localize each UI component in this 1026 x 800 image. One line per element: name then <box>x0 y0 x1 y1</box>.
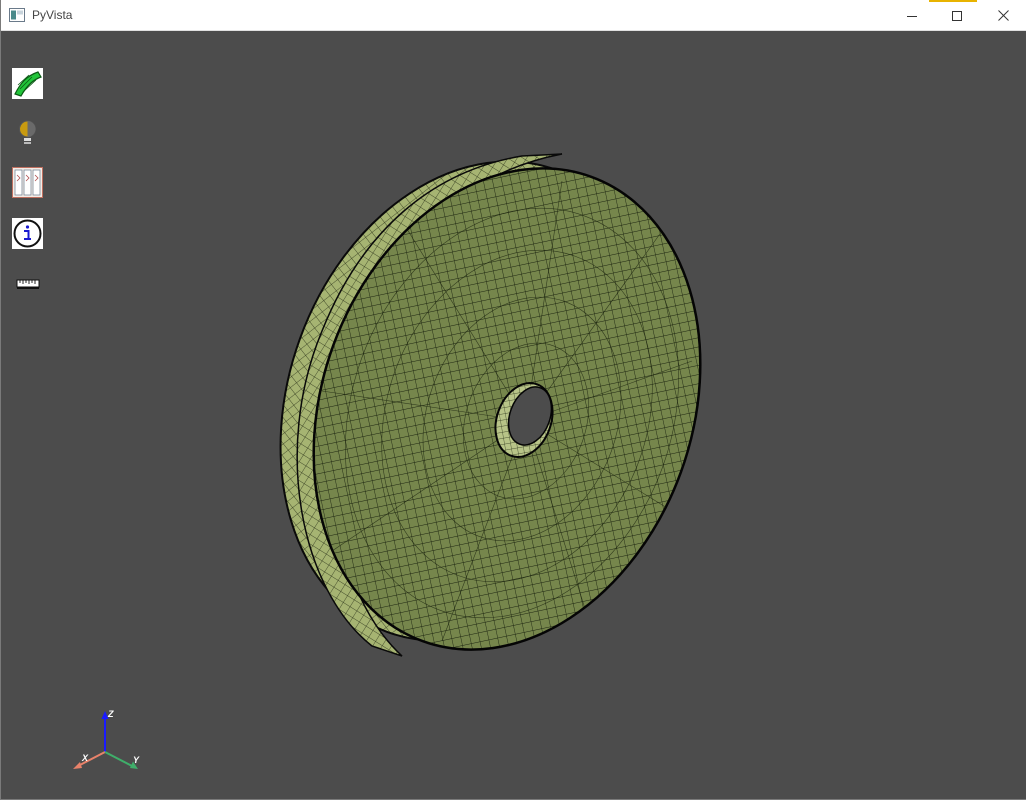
annular-disk-mesh[interactable] <box>216 107 765 704</box>
orientation-axes-widget: Z X Y <box>73 709 140 769</box>
minimize-icon <box>907 15 917 17</box>
title-bar[interactable]: PyVista <box>1 0 1026 31</box>
x-axis-arrow-icon <box>73 762 82 769</box>
render-viewport[interactable]: Z X Y <box>2 31 1026 799</box>
y-axis-line <box>104 751 133 767</box>
app-window-icon <box>9 8 25 22</box>
application-window: PyVista Z X Y <box>0 0 1026 800</box>
close-button[interactable] <box>980 0 1026 31</box>
scene-canvas <box>216 107 765 704</box>
minimize-button[interactable] <box>889 0 935 31</box>
maximize-icon <box>952 10 962 21</box>
y-axis-label: Y <box>133 755 140 765</box>
close-icon <box>997 10 1009 21</box>
maximize-button[interactable] <box>934 0 980 31</box>
z-axis-label: Z <box>107 709 114 719</box>
window-title: PyVista <box>32 8 73 22</box>
x-axis-label: X <box>81 753 89 763</box>
